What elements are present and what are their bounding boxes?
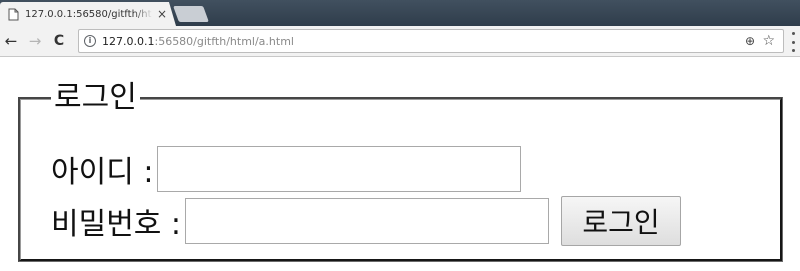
password-row: 비밀번호 : 로그인: [51, 196, 682, 246]
login-fieldset: 로그인 아이디 : 비밀번호 : 로그인: [18, 82, 783, 262]
url-path: :56580/gitfth/html/a.html: [154, 34, 294, 48]
info-icon[interactable]: i: [84, 35, 96, 47]
id-input[interactable]: [157, 146, 522, 192]
zoom-icon[interactable]: ⊕: [745, 34, 755, 48]
login-button[interactable]: 로그인: [561, 196, 682, 246]
reload-icon[interactable]: C: [50, 31, 68, 51]
page-content: 로그인 아이디 : 비밀번호 : 로그인: [0, 58, 800, 271]
browser-tab[interactable]: 127.0.0.1:56580/gitfth/ht ×: [0, 2, 176, 26]
back-arrow-icon[interactable]: ←: [2, 31, 20, 51]
id-row: 아이디 :: [51, 146, 522, 192]
browser-toolbar: ← → C i 127.0.0.1 :56580/gitfth/html/a.h…: [0, 26, 800, 57]
tab-strip: 127.0.0.1:56580/gitfth/ht ×: [0, 0, 800, 26]
browser-menu-icon[interactable]: [788, 32, 798, 52]
password-input[interactable]: [185, 198, 550, 244]
forward-arrow-icon[interactable]: →: [26, 31, 44, 51]
address-bar[interactable]: i 127.0.0.1 :56580/gitfth/html/a.html ⊕ …: [78, 29, 784, 53]
new-tab-button[interactable]: [173, 6, 209, 22]
id-label: 아이디 :: [51, 155, 154, 190]
page-icon: [8, 8, 19, 21]
url-host: 127.0.0.1: [102, 34, 155, 48]
login-legend: 로그인: [54, 80, 137, 115]
close-icon[interactable]: ×: [157, 8, 167, 20]
tab-title: 127.0.0.1:56580/gitfth/ht: [25, 8, 152, 20]
password-label: 비밀번호 :: [51, 207, 182, 242]
bookmark-star-icon[interactable]: ☆: [762, 33, 775, 49]
